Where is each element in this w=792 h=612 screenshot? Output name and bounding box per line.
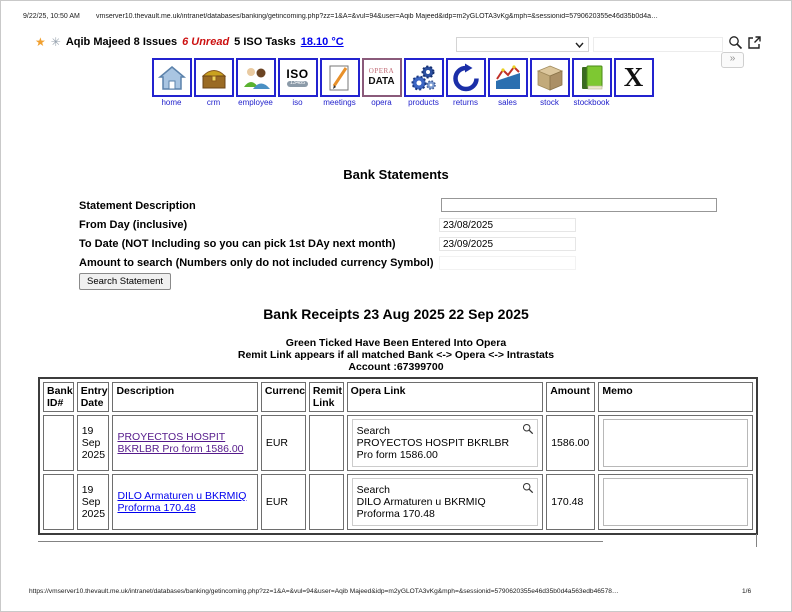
header-memo: Memo <box>598 382 753 412</box>
account-number: Account :67399700 <box>348 361 444 373</box>
home-icon <box>157 65 186 90</box>
remit-link-cell <box>308 415 344 471</box>
header-currency: Currency <box>260 382 306 412</box>
memo-textarea[interactable] <box>603 478 748 526</box>
receipts-table: Bank ID# Entry Date Description Currency… <box>38 377 758 535</box>
entry-date-cell: 19 Sep 2025 <box>76 474 110 530</box>
description-link[interactable]: DILO Armaturen u BKRMIQ Proforma 170.48 <box>117 490 246 514</box>
description-cell: DILO Armaturen u BKRMIQ Proforma 170.48 <box>112 474 258 530</box>
description-link[interactable]: PROYECTOS HOSPIT BKRLBR Pro form 1586.00 <box>117 431 243 455</box>
entry-date-cell: 19 Sep 2025 <box>76 415 110 471</box>
opera-link-cell: Search PROYECTOS HOSPIT BKRLBR Pro form … <box>346 415 544 471</box>
iso-tasks-text: 5 ISO Tasks <box>234 36 296 48</box>
memo-cell <box>598 474 753 530</box>
table-continuation-line <box>756 534 757 547</box>
unread-badge: 6 Unread <box>182 36 230 48</box>
stock-icon <box>536 65 563 91</box>
stockbook-icon <box>581 65 602 89</box>
opera-search-query: PROYECTOS HOSPIT BKRLBR Pro form 1586.00 <box>356 437 510 461</box>
from-day-label: From Day (inclusive) <box>79 219 188 231</box>
bank-id-cell <box>43 415 74 471</box>
table-header-row: Bank ID# Entry Date Description Currency… <box>43 382 753 412</box>
opera-search-query: DILO Armaturen u BKRMIQ Proforma 170.48 <box>356 496 486 520</box>
print-footer-url: https://vmserver10.thevault.me.uk/intran… <box>29 588 619 595</box>
currency-cell: EUR <box>260 415 306 471</box>
table-continuation-line <box>38 541 603 542</box>
amount-cell: 170.48 <box>546 474 596 530</box>
amount-search-label: Amount to search (Numbers only do not in… <box>79 257 434 269</box>
filter-select[interactable] <box>456 37 589 52</box>
toolbar-item-opera[interactable]: OPERA DATA opera <box>361 58 402 108</box>
currency-cell: EUR <box>260 474 306 530</box>
header-description: Description <box>112 382 258 412</box>
app-toolbar: home crm employee ISO 13485 iso meetings… <box>151 58 654 108</box>
amount-search-input[interactable] <box>439 256 576 270</box>
from-day-input[interactable] <box>439 218 576 232</box>
toolbar-item-home[interactable]: home <box>151 58 192 108</box>
note-remit-link: Remit Link appears if all matched Bank <… <box>237 349 555 361</box>
bank-id-cell <box>43 474 74 530</box>
print-page: 9/22/25, 10:50 AM vmserver10.thevault.me… <box>0 0 792 612</box>
toolbar-item-products[interactable]: products <box>403 58 444 108</box>
opera-search-box[interactable]: Search DILO Armaturen u BKRMIQ Proforma … <box>351 478 539 526</box>
employee-icon <box>243 67 270 89</box>
opera-link-cell: Search DILO Armaturen u BKRMIQ Proforma … <box>346 474 544 530</box>
table-row: 19 Sep 2025 PROYECTOS HOSPIT BKRLBR Pro … <box>43 415 753 471</box>
header-bank-id: Bank ID# <box>43 382 74 412</box>
toolbar-item-exit[interactable]: X <box>613 58 654 108</box>
header-opera-link: Opera Link <box>346 382 544 412</box>
star-icon: ★ <box>35 35 46 49</box>
print-timestamp: 9/22/25, 10:50 AM <box>23 13 80 20</box>
toolbar-item-crm[interactable]: crm <box>193 58 234 108</box>
topbar: ★ ✳ Aqib Majeed 8 Issues 6 Unread 5 ISO … <box>35 34 344 50</box>
meetings-icon <box>329 65 348 90</box>
opera-search-label: Search <box>356 484 390 496</box>
iso-icon: ISO 13485 <box>286 67 309 87</box>
to-date-input[interactable] <box>439 237 576 251</box>
opera-icon: OPERA DATA <box>368 67 395 87</box>
toolbar-item-iso[interactable]: ISO 13485 iso <box>277 58 318 108</box>
external-link-icon[interactable] <box>747 35 762 50</box>
print-header-url: vmserver10.thevault.me.uk/intranet/datab… <box>96 13 658 20</box>
topbar-search-field[interactable] <box>593 37 723 52</box>
crm-icon <box>201 69 226 88</box>
toolbar-item-stock[interactable]: stock <box>529 58 570 108</box>
statement-description-label: Statement Description <box>79 200 196 212</box>
memo-textarea[interactable] <box>603 419 748 467</box>
magnifier-icon <box>523 482 534 494</box>
magnifier-icon <box>523 423 534 435</box>
opera-search-label: Search <box>356 425 390 437</box>
search-statement-button[interactable]: Search Statement <box>79 273 172 290</box>
search-icon[interactable] <box>728 35 743 50</box>
description-cell: PROYECTOS HOSPIT BKRLBR Pro form 1586.00 <box>112 415 258 471</box>
page-number: 1/6 <box>742 588 752 595</box>
note-green-ticked: Green Ticked Have Been Entered Into Oper… <box>285 337 507 349</box>
products-icon <box>411 65 436 90</box>
to-date-label: To Date (NOT Including so you can pick 1… <box>79 238 396 250</box>
table-row: 19 Sep 2025 DILO Armaturen u BKRMIQ Prof… <box>43 474 753 530</box>
statement-description-input[interactable] <box>441 198 717 212</box>
returns-icon <box>452 63 479 91</box>
user-issues-text: Aqib Majeed 8 Issues <box>65 36 178 48</box>
temperature-link[interactable]: 18.10 °C <box>301 36 344 48</box>
toolbar-item-employee[interactable]: employee <box>235 58 276 108</box>
more-button[interactable]: » <box>721 52 744 68</box>
header-amount: Amount <box>546 382 596 412</box>
toolbar-item-stockbook[interactable]: stockbook <box>571 58 612 108</box>
exit-icon: X <box>623 62 644 92</box>
toolbar-item-returns[interactable]: returns <box>445 58 486 108</box>
receipts-title: Bank Receipts 23 Aug 2025 22 Sep 2025 <box>263 306 529 322</box>
sales-icon <box>495 64 520 89</box>
amount-cell: 1586.00 <box>546 415 596 471</box>
opera-search-box[interactable]: Search PROYECTOS HOSPIT BKRLBR Pro form … <box>351 419 539 467</box>
snowflake-icon: ✳ <box>50 35 61 49</box>
chevron-down-icon <box>575 42 584 48</box>
header-entry-date: Entry Date <box>76 382 110 412</box>
memo-cell <box>598 415 753 471</box>
remit-link-cell <box>308 474 344 530</box>
page-title: Bank Statements <box>343 167 449 182</box>
toolbar-item-sales[interactable]: sales <box>487 58 528 108</box>
header-remit-link: Remit Link <box>308 382 344 412</box>
toolbar-item-meetings[interactable]: meetings <box>319 58 360 108</box>
